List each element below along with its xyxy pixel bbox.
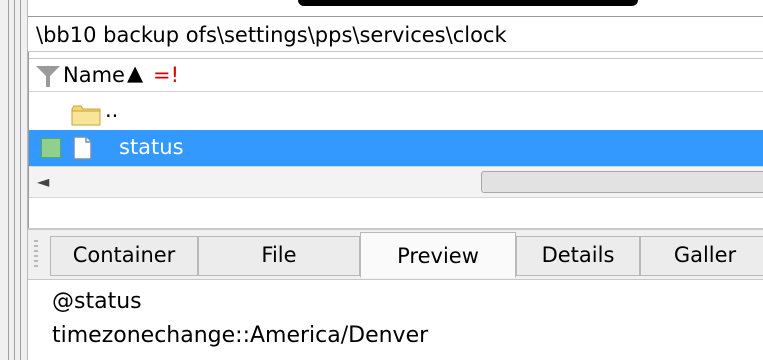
path-text: \bb10 backup ofs\settings\pps\services\c… (36, 23, 507, 47)
path-bar[interactable]: \bb10 backup ofs\settings\pps\services\c… (28, 16, 763, 52)
list-item-label: status (119, 135, 184, 159)
scroll-left-arrow-icon[interactable]: ◄ (37, 171, 49, 193)
horizontal-scrollbar[interactable]: ◄ (29, 166, 763, 198)
folder-icon (71, 105, 101, 126)
cropped-title-fragment (28, 0, 763, 16)
tab-container[interactable]: Container (50, 236, 198, 276)
tab-details[interactable]: Details (516, 236, 640, 276)
scrollbar-thumb[interactable] (481, 171, 763, 193)
list-item-label: .. (105, 98, 119, 122)
tab-gallery[interactable]: Galler (640, 236, 763, 276)
list-item-status[interactable]: status (29, 130, 763, 166)
toolbar-grip-icon[interactable] (34, 240, 38, 270)
tab-bar: Container File Preview Details Galler (28, 230, 763, 280)
sort-ascending-icon: ▲ (127, 61, 144, 85)
preview-line: @status (52, 289, 142, 314)
preview-pane: @status timezonechange::America/Denver (28, 280, 763, 360)
column-header[interactable]: Name ▲ =! (29, 58, 763, 92)
tab-preview[interactable]: Preview (360, 232, 516, 278)
frame-line (14, 0, 15, 360)
filter-funnel-icon[interactable] (35, 64, 61, 88)
left-frame-edge (0, 0, 28, 360)
column-flag: =! (153, 63, 180, 87)
list-item-parent-folder[interactable]: .. (29, 94, 763, 128)
column-name-label[interactable]: Name (63, 63, 125, 87)
cropped-title-text (298, 0, 638, 6)
frame-line (20, 0, 21, 360)
tab-file[interactable]: File (198, 236, 360, 276)
file-icon (73, 136, 92, 160)
preview-line: timezonechange::America/Denver (52, 323, 429, 348)
file-list[interactable]: Name ▲ =! .. status ◄ (28, 52, 763, 228)
selection-checkbox[interactable] (41, 138, 61, 158)
frame-line (8, 0, 9, 360)
